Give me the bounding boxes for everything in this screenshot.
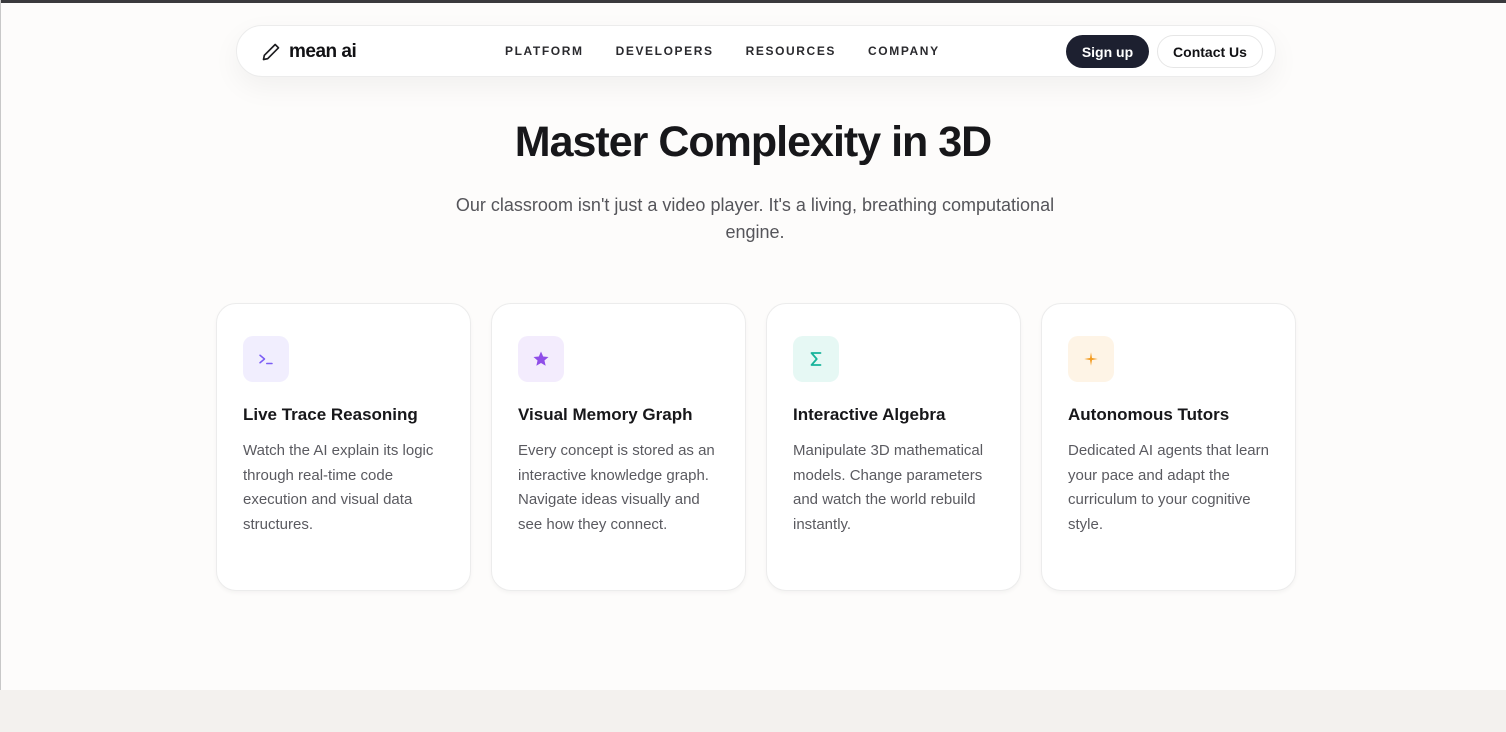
- feature-title: Visual Memory Graph: [518, 405, 693, 424]
- feature-card-algebra[interactable]: Interactive Algebra Manipulate 3D mathem…: [766, 303, 1021, 591]
- feature-card-tutors[interactable]: Autonomous Tutors Dedicated AI agents th…: [1041, 303, 1296, 591]
- next-section-band: [0, 690, 1506, 732]
- feature-title: Interactive Algebra: [793, 405, 946, 424]
- navbar: mean ai PLATFORM DEVELOPERS RESOURCES CO…: [236, 25, 1276, 77]
- nav-link-developers[interactable]: DEVELOPERS: [616, 44, 714, 58]
- window-left-border: [0, 0, 1, 690]
- terminal-icon: [243, 336, 289, 382]
- feature-description: Every concept is stored as an interactiv…: [518, 442, 715, 533]
- feature-cards: Live Trace Reasoning Watch the AI explai…: [216, 303, 1296, 591]
- nav-link-platform[interactable]: PLATFORM: [505, 44, 584, 58]
- feature-card-memory-graph[interactable]: Visual Memory Graph Every concept is sto…: [491, 303, 746, 591]
- feature-description: Manipulate 3D mathematical models. Chang…: [793, 442, 984, 533]
- feature-description: Dedicated AI agents that learn your pace…: [1068, 442, 1269, 533]
- feature-title: Autonomous Tutors: [1068, 405, 1230, 424]
- pen-icon: [262, 43, 280, 61]
- feature-description: Watch the AI explain its logic through r…: [243, 442, 434, 533]
- sparkle-icon: [1068, 336, 1114, 382]
- contact-us-button[interactable]: Contact Us: [1157, 35, 1263, 68]
- nav-link-company[interactable]: COMPANY: [868, 44, 940, 58]
- nav-links: PLATFORM DEVELOPERS RESOURCES COMPANY: [505, 44, 940, 58]
- brand-name: mean ai: [289, 41, 357, 62]
- hero-subtitle: Our classroom isn't just a video player.…: [455, 195, 1055, 242]
- window-top-border: [0, 0, 1506, 3]
- feature-card-live-trace[interactable]: Live Trace Reasoning Watch the AI explai…: [216, 303, 471, 591]
- star-icon: [518, 336, 564, 382]
- sigma-icon: [793, 336, 839, 382]
- hero-title: Master Complexity in 3D: [514, 118, 992, 166]
- nav-link-resources[interactable]: RESOURCES: [746, 44, 836, 58]
- brand-logo[interactable]: mean ai: [261, 40, 357, 64]
- signup-button[interactable]: Sign up: [1066, 35, 1149, 68]
- feature-title: Live Trace Reasoning: [243, 405, 418, 424]
